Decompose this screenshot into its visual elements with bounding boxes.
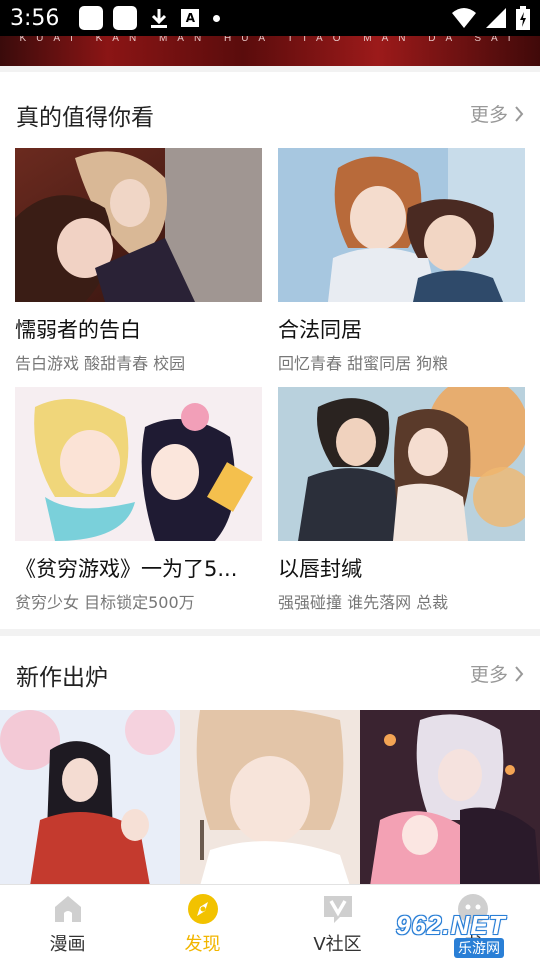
status-bar: 3:56 A [0, 0, 540, 36]
comic-tags: 强强碰撞 谁先落网 总裁 [278, 593, 449, 612]
nav-item-discover[interactable]: 发现 [135, 885, 270, 961]
comic-card[interactable]: 《贫穷游戏》一为了5... 贫穷少女 目标锁定500万 [15, 387, 262, 613]
more-notifications-icon [213, 14, 221, 22]
text-icon: A [181, 9, 200, 27]
chevron-right-icon [515, 105, 524, 122]
watermark-brand: 962.NET [396, 910, 506, 940]
comic-tags: 贫穷少女 目标锁定500万 [15, 593, 195, 612]
v-chat-icon [323, 896, 352, 923]
more-label: 更多 [469, 664, 508, 686]
more-button[interactable]: 更多 [470, 660, 524, 687]
comic-card[interactable]: 以唇封缄 强强碰撞 谁先落网 总裁 [278, 387, 525, 613]
nav-item-comics[interactable]: 漫画 [0, 885, 135, 961]
signal-icon [486, 8, 506, 28]
comic-tags: 回忆青春 甜蜜同居 狗粮 [278, 354, 449, 373]
comic-cover[interactable] [360, 710, 540, 886]
more-button[interactable]: 更多 [470, 100, 524, 127]
section-title: 新作出炉 [16, 665, 108, 691]
chevron-right-icon [515, 665, 524, 682]
nav-item-community[interactable]: V社区 [270, 885, 405, 961]
notification-icon [79, 6, 104, 30]
comic-cover[interactable] [15, 387, 262, 541]
comic-cover[interactable] [15, 148, 262, 302]
compass-icon [187, 894, 218, 924]
download-icon [151, 9, 168, 28]
house-icon [54, 896, 81, 922]
comic-card[interactable]: 懦弱者的告白 告白游戏 酸甜青春 校园 [15, 148, 262, 374]
nav-label: 漫画 [49, 934, 86, 955]
status-time: 3:56 [10, 5, 60, 31]
watermark-logo: 962.NET 乐游网 [396, 910, 536, 958]
comic-cover[interactable] [180, 710, 360, 886]
banner-text: KUAI KAN MAN HUA TIAO MAN DA SAI [19, 36, 521, 44]
comic-title[interactable]: 合法同居 [278, 314, 525, 344]
comic-cover[interactable] [278, 387, 525, 541]
section-title: 真的值得你看 [16, 105, 154, 131]
battery-icon [516, 6, 530, 30]
comic-cover[interactable] [0, 710, 180, 886]
comic-tags: 告白游戏 酸甜青春 校园 [15, 354, 186, 373]
nav-label: V社区 [313, 934, 362, 955]
top-banner[interactable]: KUAI KAN MAN HUA TIAO MAN DA SAI [0, 36, 540, 66]
wifi-icon [452, 8, 476, 28]
nav-label: 发现 [184, 934, 221, 955]
comic-title[interactable]: 以唇封缄 [278, 553, 525, 583]
recommend-section: 真的值得你看 更多 懦弱者的告白 告白游戏 酸甜青春 校园 合法同居 回忆青春 … [0, 72, 540, 629]
comic-title[interactable]: 懦弱者的告白 [15, 314, 262, 344]
notification-icon [113, 6, 138, 30]
new-works-section: 新作出炉 更多 [0, 636, 540, 886]
new-works-list [0, 710, 540, 886]
comic-card[interactable]: 合法同居 回忆青春 甜蜜同居 狗粮 [278, 148, 525, 374]
comic-cover[interactable] [278, 148, 525, 302]
comic-title[interactable]: 《贫穷游戏》一为了5... [15, 553, 262, 583]
more-label: 更多 [469, 104, 508, 126]
watermark-sub: 乐游网 [454, 938, 504, 958]
